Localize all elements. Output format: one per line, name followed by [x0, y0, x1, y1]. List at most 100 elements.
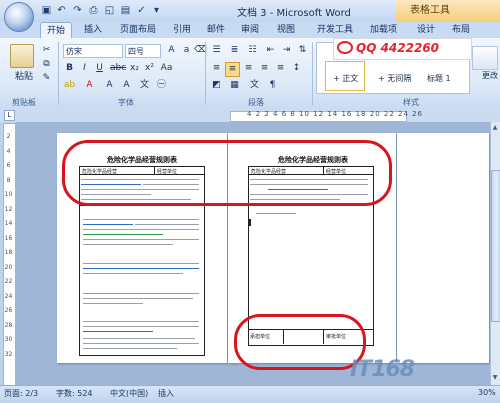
shading-icon[interactable]: ◩	[210, 79, 223, 92]
distributed-icon[interactable]: ≡	[274, 62, 287, 75]
tab-mailings[interactable]: 邮件	[207, 22, 225, 38]
align-left-icon[interactable]: ≡	[210, 62, 223, 75]
font-size-select[interactable]: 四号	[125, 44, 161, 58]
shrink-font-icon[interactable]: a	[180, 44, 193, 57]
style-heading-1[interactable]: 标题 1	[427, 73, 451, 84]
char-shading-icon[interactable]: A	[103, 79, 116, 92]
tab-references[interactable]: 引用	[173, 22, 191, 38]
vertical-ruler-tick: 32	[4, 350, 13, 358]
text-line	[83, 273, 183, 274]
sort-icon[interactable]: ⇅	[296, 44, 309, 57]
horizontal-ruler-numbers: 4 2 2 4 6 8 10 12 14 16 18 20 22 24 26	[247, 110, 424, 118]
highlight-icon[interactable]: ab	[63, 79, 76, 92]
vertical-ruler-tick: 28	[4, 321, 13, 329]
it168-watermark: IT168	[350, 357, 415, 382]
vertical-ruler-tick: 18	[4, 249, 13, 256]
change-styles-label[interactable]: 更改	[482, 70, 498, 81]
tab-layout[interactable]: 布局	[452, 22, 470, 38]
tab-selector-icon[interactable]: L	[4, 110, 15, 121]
tab-insert[interactable]: 插入	[84, 22, 102, 38]
decrease-indent-icon[interactable]: ⇤	[264, 44, 277, 57]
ribbon-tab-row: 开始 插入 页面布局 引用 邮件 审阅 视图 开发工具 加载项 设计 布局	[0, 22, 500, 39]
text-line	[83, 298, 193, 299]
char-border-icon[interactable]: A	[120, 79, 133, 92]
borders-icon[interactable]: ▦	[228, 79, 241, 92]
group-separator	[205, 42, 206, 105]
subscript-icon[interactable]: x₂	[128, 62, 141, 75]
numbering-icon[interactable]: ≣	[228, 44, 241, 57]
highlight-oval-footer	[234, 314, 366, 370]
align-right-icon[interactable]: ≡	[242, 62, 255, 75]
scrollbar-thumb[interactable]	[491, 170, 500, 322]
text-line	[83, 338, 195, 339]
status-page[interactable]: 页面: 2/3	[4, 388, 38, 399]
status-zoom[interactable]: 30%	[478, 388, 496, 397]
paste-icon[interactable]	[10, 44, 34, 68]
multilevel-list-icon[interactable]: ☷	[246, 44, 259, 57]
tab-add-ins[interactable]: 加载项	[370, 22, 397, 38]
vertical-ruler-tick: 2	[6, 133, 11, 140]
spelling-icon[interactable]: ✓	[135, 4, 148, 17]
change-case-icon[interactable]: Aa	[160, 62, 173, 75]
scroll-down-icon[interactable]: ▼	[491, 374, 499, 382]
tab-review[interactable]: 审阅	[241, 22, 259, 38]
increase-indent-icon[interactable]: ⇥	[280, 44, 293, 57]
scroll-up-icon[interactable]: ▲	[491, 124, 499, 132]
text-line	[83, 343, 199, 344]
text-line	[83, 321, 199, 322]
tab-design[interactable]: 设计	[417, 22, 435, 38]
grow-font-icon[interactable]: A	[165, 44, 178, 57]
copy-icon[interactable]: ⧉	[40, 58, 53, 71]
status-insert-mode[interactable]: 插入	[158, 388, 174, 399]
undo-icon[interactable]: ↶	[55, 4, 68, 17]
font-color-icon[interactable]: A	[83, 79, 96, 92]
quick-print-icon[interactable]: ⎙	[87, 4, 100, 17]
bold-icon[interactable]: B	[63, 62, 76, 75]
line-spacing-icon[interactable]: ↕	[290, 62, 303, 75]
vertical-ruler-tick: 30	[4, 336, 13, 343]
format-painter-icon[interactable]: ✎	[40, 72, 53, 85]
italic-icon[interactable]: I	[78, 62, 91, 75]
underline-icon[interactable]: U	[93, 62, 106, 75]
print-preview-icon[interactable]: ◱	[103, 4, 116, 17]
justify-icon[interactable]: ≡	[258, 62, 271, 75]
save-icon[interactable]: ▣	[40, 4, 53, 17]
style-normal[interactable]: + 正文	[333, 73, 358, 84]
text-line	[83, 293, 199, 294]
align-center-icon[interactable]: ≡	[225, 62, 240, 77]
tab-view[interactable]: 视图	[277, 22, 295, 38]
tab-page-layout[interactable]: 页面布局	[120, 22, 156, 38]
status-language[interactable]: 中文(中国)	[110, 388, 148, 399]
vertical-ruler-numbers: 2 4 6 8 10 12 14 16 18 20 22 24 26 28 30 32	[3, 130, 14, 362]
enclose-char-icon[interactable]: ㊀	[155, 79, 168, 92]
chinese-layout-icon[interactable]: 文	[248, 79, 261, 92]
style-no-spacing[interactable]: + 无间隔	[378, 73, 411, 84]
bullets-icon[interactable]: ☰	[210, 44, 223, 57]
tab-developer[interactable]: 开发工具	[317, 22, 353, 38]
show-marks-icon[interactable]: ¶	[266, 79, 279, 92]
page1-table-body[interactable]	[79, 205, 205, 356]
styles-group-label: 样式	[403, 98, 419, 107]
office-button[interactable]	[4, 2, 34, 32]
cut-icon[interactable]: ✂	[40, 44, 53, 57]
text-line	[135, 224, 199, 225]
redo-icon[interactable]: ↷	[71, 4, 84, 17]
page-3[interactable]	[397, 133, 489, 363]
text-line	[83, 229, 199, 230]
new-doc-icon[interactable]: ▤	[119, 4, 132, 17]
qq-logo-icon	[337, 41, 353, 54]
phonetic-icon[interactable]: 文	[138, 79, 151, 92]
change-styles-icon[interactable]	[472, 46, 498, 70]
tab-home[interactable]: 开始	[40, 22, 73, 39]
text-line	[83, 219, 199, 220]
superscript-icon[interactable]: x²	[143, 62, 156, 75]
font-name-select[interactable]: 仿宋	[63, 44, 123, 58]
text-line	[83, 239, 199, 240]
vertical-ruler-tick: 14	[4, 220, 13, 227]
strikethrough-icon[interactable]: abc	[110, 62, 126, 75]
clipboard-group-label: 剪贴板	[12, 98, 36, 107]
paste-button-label[interactable]: 粘贴	[15, 69, 33, 82]
group-separator	[58, 42, 59, 105]
qat-customize-icon[interactable]: ▾	[150, 4, 163, 17]
status-word-count[interactable]: 字数: 524	[56, 388, 93, 399]
